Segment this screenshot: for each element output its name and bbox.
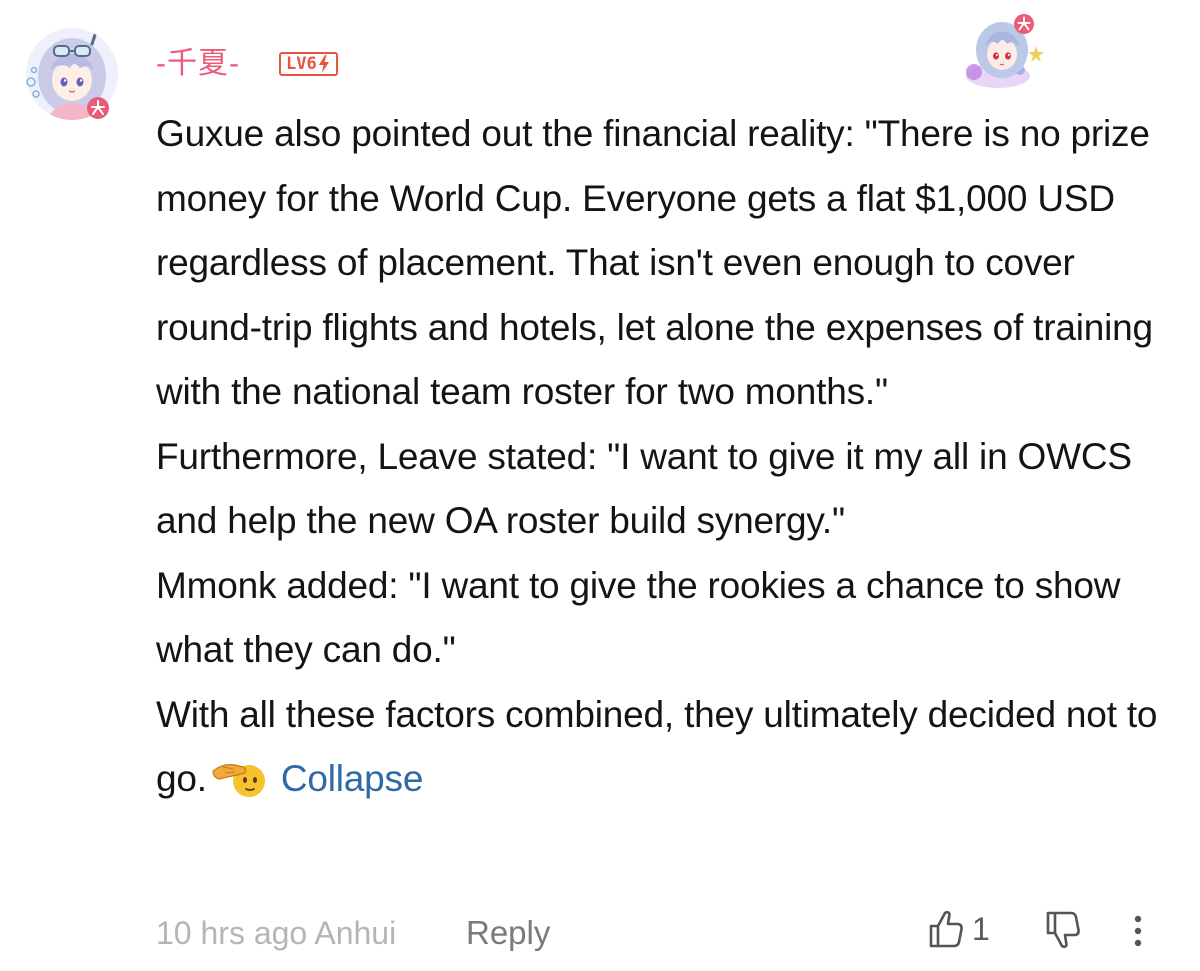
comment-footer: 10 hrs ago Anhui Reply 1 [156, 905, 1166, 959]
comment-body: Guxue also pointed out the financial rea… [156, 102, 1176, 812]
author-name[interactable]: -千夏- [156, 44, 240, 84]
thumbs-down-icon [1046, 911, 1080, 949]
reply-button[interactable]: Reply [466, 913, 550, 953]
comment-last-line: With all these factors combined, they ul… [156, 683, 1176, 812]
like-button[interactable]: 1 [928, 909, 990, 949]
comment-paragraph: Furthermore, Leave stated: "I want to gi… [156, 435, 1132, 542]
author-pendant [958, 12, 1050, 92]
more-vertical-icon [1134, 915, 1142, 947]
lightning-bolt-icon [318, 55, 329, 73]
author-avatar[interactable] [22, 24, 122, 124]
like-count: 1 [972, 911, 990, 947]
comment-paragraph: Guxue also pointed out the financial rea… [156, 113, 1153, 412]
collapse-link[interactable]: Collapse [281, 758, 424, 799]
comment-paragraph: Mmonk added: "I want to give the rookies… [156, 564, 1121, 671]
thumbs-up-icon [929, 910, 963, 948]
saluting-face-emoji [212, 764, 265, 797]
anime-character-pendant-icon [966, 14, 1044, 88]
level-badge: LV6 [279, 52, 338, 76]
more-options-button[interactable] [1131, 911, 1145, 951]
level-text: LV6 [286, 54, 317, 74]
comment-time-location: 10 hrs ago Anhui [156, 915, 397, 951]
dislike-button[interactable] [1044, 909, 1082, 956]
anime-girl-avatar-icon [26, 28, 118, 120]
